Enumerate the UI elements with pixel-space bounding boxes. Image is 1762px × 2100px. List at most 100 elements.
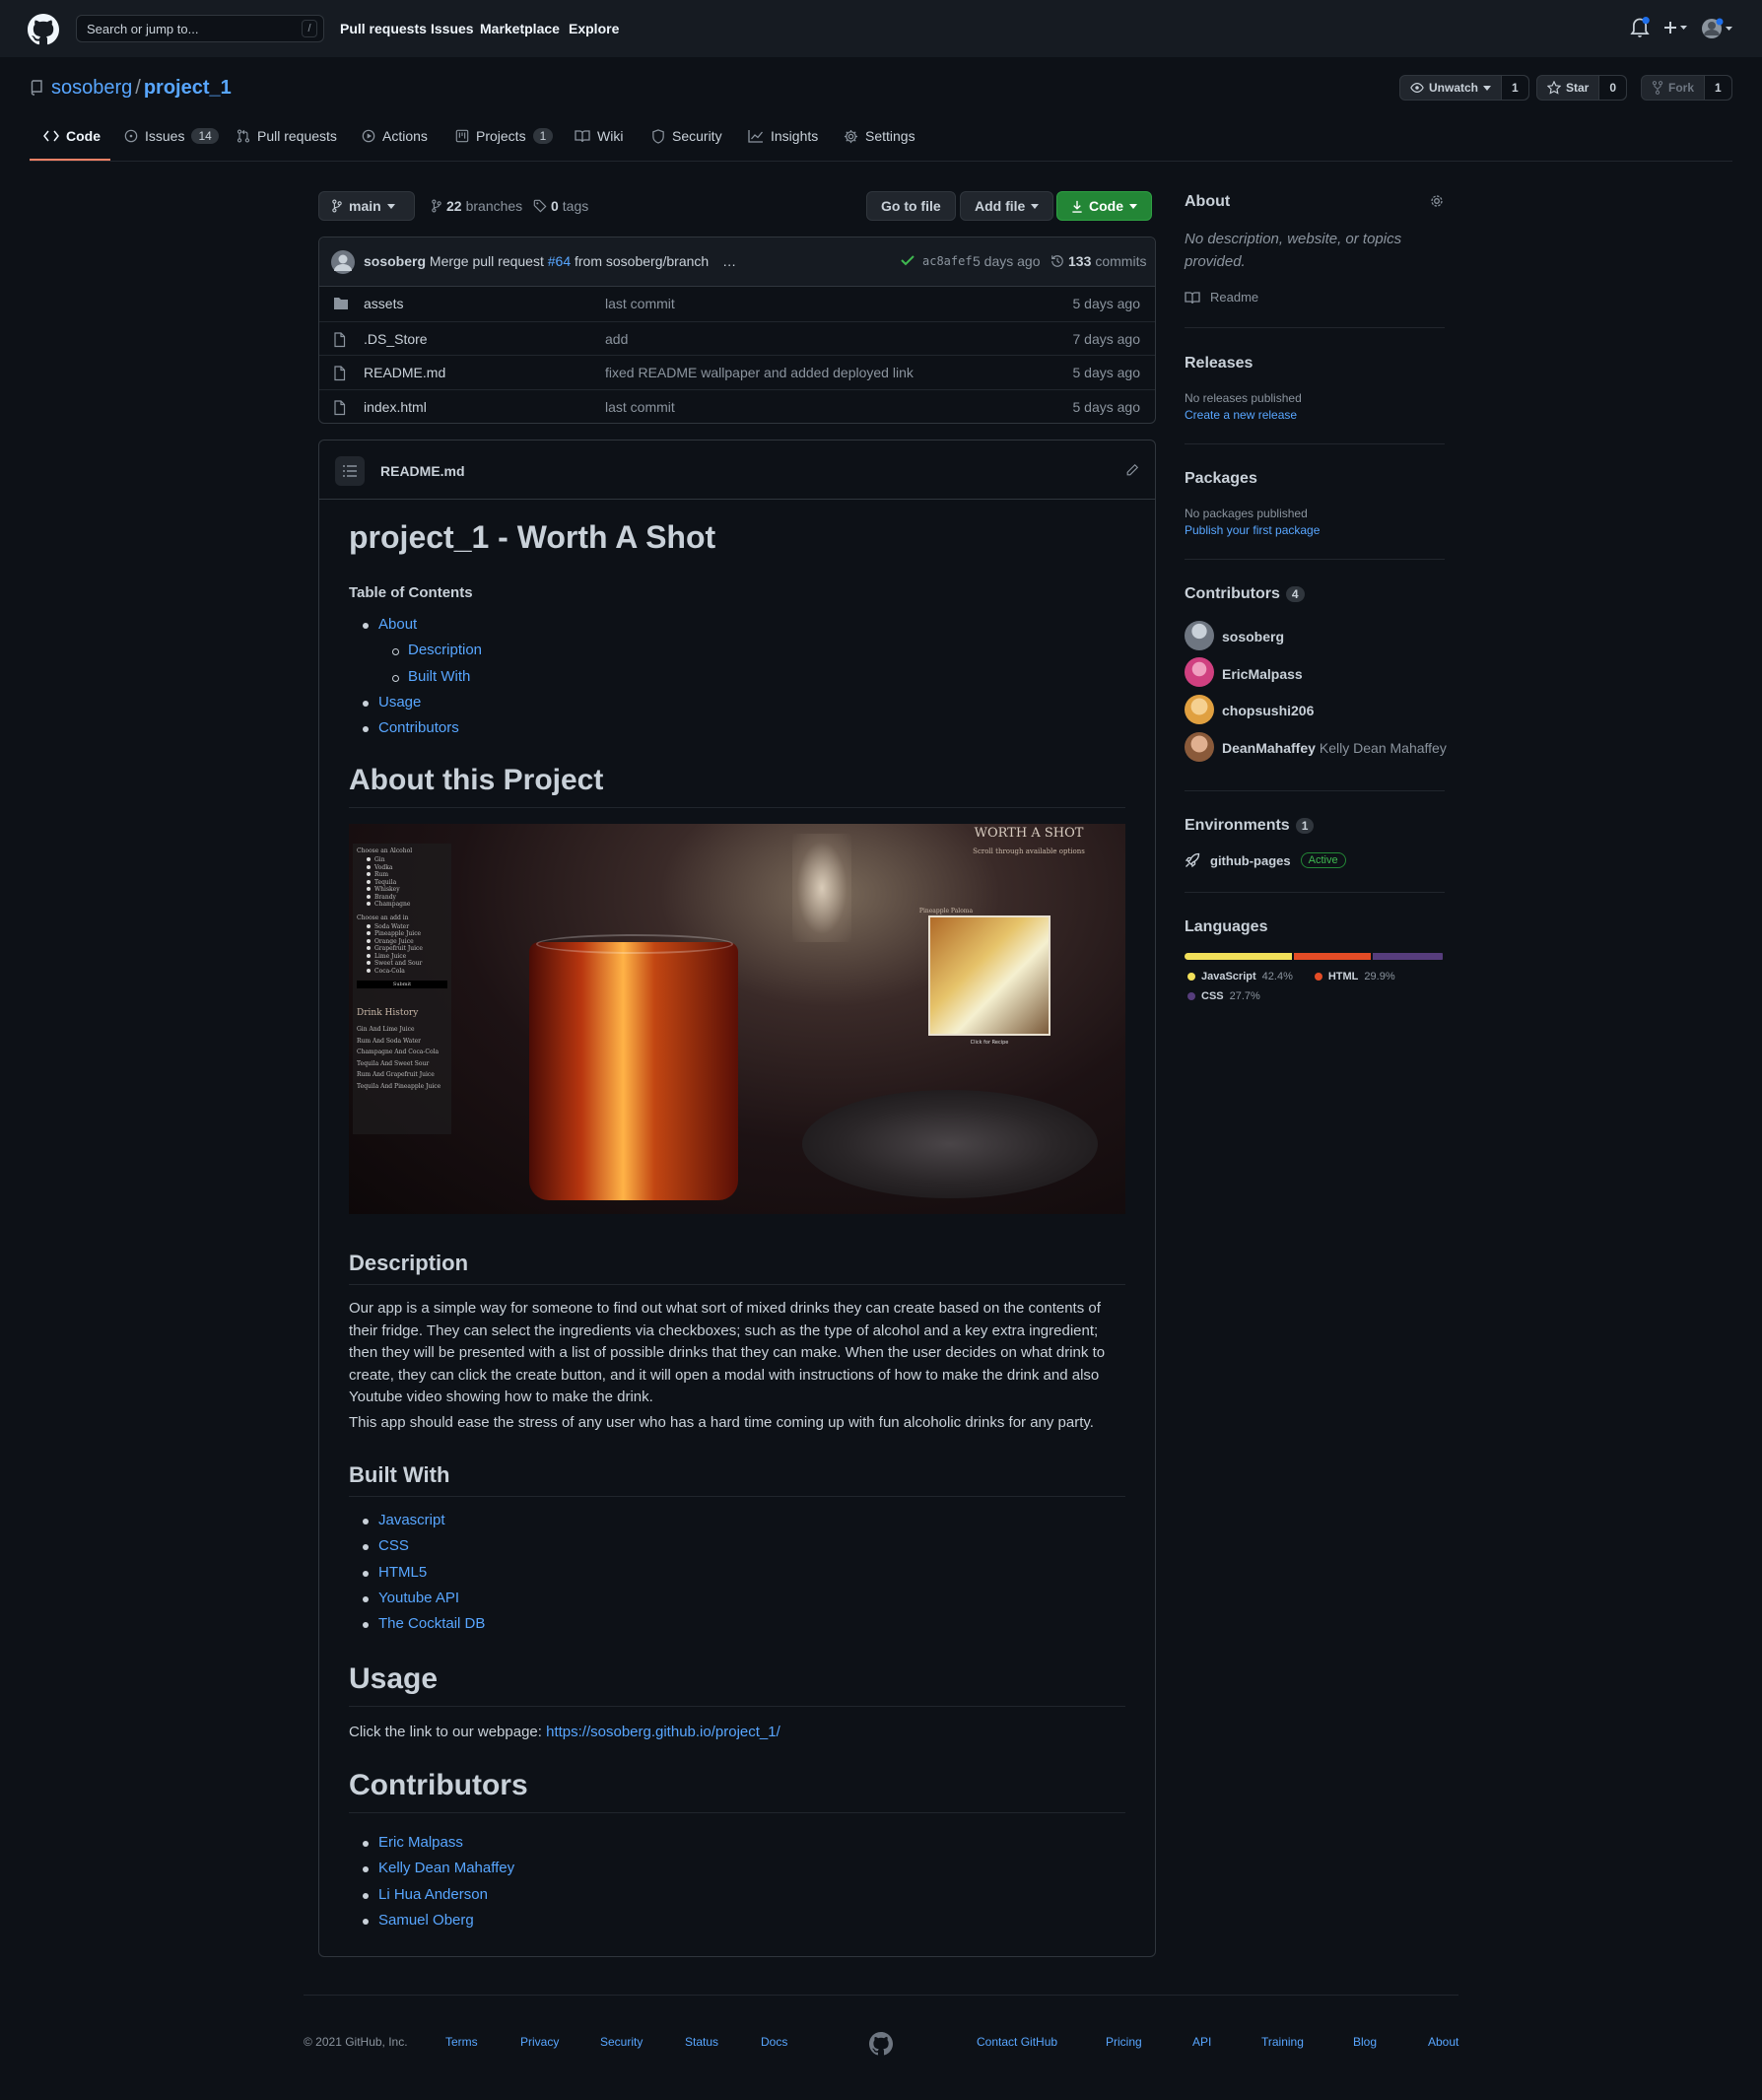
nav-pull-requests[interactable]: Pull requests bbox=[340, 21, 427, 36]
footer-link-terms[interactable]: Terms bbox=[445, 2035, 478, 2049]
tab-wiki[interactable]: Wiki bbox=[575, 128, 623, 144]
pencil-icon[interactable] bbox=[1125, 463, 1139, 477]
tab-issues[interactable]: Issues 14 bbox=[124, 128, 219, 144]
footer-link-docs[interactable]: Docs bbox=[761, 2035, 787, 2049]
contributors-sidebar-heading[interactable]: Contributors 4 bbox=[1185, 585, 1305, 603]
file-row[interactable]: .DS_Store add 7 days ago bbox=[319, 320, 1155, 356]
toc-link-contributors[interactable]: Contributors bbox=[378, 719, 459, 736]
tab-settings[interactable]: Settings bbox=[844, 128, 915, 144]
tab-projects[interactable]: Projects 1 bbox=[455, 128, 554, 144]
repo-name-link[interactable]: project_1 bbox=[144, 77, 232, 99]
file-name[interactable]: .DS_Store bbox=[364, 331, 428, 347]
tab-actions[interactable]: Actions bbox=[362, 128, 428, 144]
unwatch-button[interactable]: Unwatch bbox=[1400, 76, 1503, 100]
file-commit-message[interactable]: fixed README wallpaper and added deploye… bbox=[605, 365, 914, 380]
file-row[interactable]: assets last commit 5 days ago bbox=[319, 287, 1155, 321]
contributor-login[interactable]: EricMalpass bbox=[1222, 666, 1303, 682]
language-bar-segment[interactable] bbox=[1372, 953, 1443, 960]
github-logo-icon[interactable] bbox=[28, 14, 59, 45]
contributor-link[interactable]: Eric Malpass bbox=[378, 1834, 463, 1851]
language-item[interactable]: HTML 29.9% bbox=[1314, 971, 1395, 982]
list-icon[interactable] bbox=[335, 456, 365, 486]
nav-marketplace[interactable]: Marketplace bbox=[480, 21, 560, 36]
commit-message[interactable]: Merge pull request bbox=[430, 253, 544, 269]
commit-expand-button[interactable]: … bbox=[722, 253, 736, 269]
watch-count[interactable]: 1 bbox=[1502, 76, 1528, 100]
environment-item[interactable]: github-pages Active bbox=[1185, 852, 1346, 868]
tags-link[interactable]: 0 tags bbox=[533, 198, 588, 214]
code-download-button[interactable]: Code bbox=[1056, 191, 1152, 221]
language-bar-segment[interactable] bbox=[1294, 953, 1371, 960]
contributor-link[interactable]: Li Hua Anderson bbox=[378, 1886, 488, 1903]
commit-pr-link[interactable]: #64 bbox=[548, 253, 571, 269]
tab-security[interactable]: Security bbox=[651, 128, 722, 144]
gear-icon[interactable] bbox=[1429, 193, 1445, 209]
file-name[interactable]: index.html bbox=[364, 399, 427, 415]
file-row[interactable]: README.md fixed README wallpaper and adde… bbox=[319, 355, 1155, 389]
readme-link[interactable]: Readme bbox=[1185, 290, 1258, 305]
footer-link-status[interactable]: Status bbox=[685, 2035, 718, 2049]
footer-link-training[interactable]: Training bbox=[1261, 2035, 1304, 2049]
bell-icon[interactable] bbox=[1630, 17, 1650, 38]
tab-insights[interactable]: Insights bbox=[748, 128, 818, 144]
footer-link-security[interactable]: Security bbox=[600, 2035, 643, 2049]
commits-link[interactable]: 133 commits bbox=[1050, 253, 1146, 269]
footer-link-blog[interactable]: Blog bbox=[1353, 2035, 1377, 2049]
toc-link-built-with[interactable]: Built With bbox=[408, 668, 470, 685]
footer-link-about[interactable]: About bbox=[1428, 2035, 1458, 2049]
user-avatar-icon[interactable] bbox=[1701, 18, 1734, 39]
star-count[interactable]: 0 bbox=[1599, 76, 1627, 100]
toc-link-about[interactable]: About bbox=[378, 616, 417, 633]
github-mark-icon[interactable] bbox=[869, 2032, 893, 2056]
go-to-file-button[interactable]: Go to file bbox=[866, 191, 956, 221]
file-commit-message[interactable]: add bbox=[605, 331, 628, 347]
file-commit-message[interactable]: last commit bbox=[605, 296, 675, 311]
star-button[interactable]: Star bbox=[1537, 76, 1600, 100]
built-with-link[interactable]: Youtube API bbox=[378, 1590, 459, 1606]
toc-link-description[interactable]: Description bbox=[408, 642, 482, 658]
commit-sha[interactable]: ac8afef bbox=[922, 254, 973, 268]
footer-link-pricing[interactable]: Pricing bbox=[1106, 2035, 1142, 2049]
commit-message-tail[interactable]: from sosoberg/branch bbox=[575, 253, 709, 269]
language-item[interactable]: JavaScript 42.4% bbox=[1187, 971, 1293, 982]
built-with-link[interactable]: The Cocktail DB bbox=[378, 1615, 485, 1632]
fork-count[interactable]: 1 bbox=[1705, 76, 1731, 100]
check-icon[interactable] bbox=[901, 254, 915, 266]
contributor-avatar[interactable] bbox=[1185, 621, 1214, 650]
tab-pull-requests[interactable]: Pull requests bbox=[237, 128, 337, 144]
contributor-login[interactable]: chopsushi206 bbox=[1222, 703, 1314, 718]
deployed-site-link[interactable]: https://sosoberg.github.io/project_1/ bbox=[546, 1724, 780, 1740]
language-item[interactable]: CSS 27.7% bbox=[1187, 990, 1260, 1002]
publish-package-link[interactable]: Publish your first package bbox=[1185, 523, 1320, 537]
contributor-avatar[interactable] bbox=[1185, 732, 1214, 762]
packages-heading[interactable]: Packages bbox=[1185, 470, 1257, 488]
releases-heading[interactable]: Releases bbox=[1185, 355, 1253, 373]
built-with-link[interactable]: Javascript bbox=[378, 1512, 445, 1528]
language-bar-segment[interactable] bbox=[1185, 953, 1293, 960]
contributor-login[interactable]: sosoberg bbox=[1222, 629, 1284, 644]
create-release-link[interactable]: Create a new release bbox=[1185, 408, 1297, 422]
nav-issues[interactable]: Issues bbox=[431, 21, 474, 36]
repo-owner-link[interactable]: sosoberg bbox=[51, 77, 132, 99]
contributor-avatar[interactable] bbox=[1185, 657, 1214, 687]
tab-code[interactable]: Code bbox=[43, 128, 101, 144]
branch-select-button[interactable]: main bbox=[318, 191, 415, 221]
footer-link-api[interactable]: API bbox=[1192, 2035, 1211, 2049]
commit-author-avatar[interactable] bbox=[331, 250, 355, 274]
contributor-link[interactable]: Samuel Oberg bbox=[378, 1912, 474, 1929]
plus-icon[interactable] bbox=[1663, 20, 1689, 35]
contributor-avatar[interactable] bbox=[1185, 695, 1214, 724]
environments-heading[interactable]: Environments 1 bbox=[1185, 817, 1315, 835]
built-with-link[interactable]: HTML5 bbox=[378, 1564, 427, 1581]
footer-link-contact[interactable]: Contact GitHub bbox=[977, 2035, 1057, 2049]
branches-link[interactable]: 22 branches bbox=[431, 198, 522, 214]
footer-link-privacy[interactable]: Privacy bbox=[520, 2035, 559, 2049]
built-with-link[interactable]: CSS bbox=[378, 1537, 409, 1554]
contributor-link[interactable]: Kelly Dean Mahaffey bbox=[378, 1860, 514, 1876]
file-name[interactable]: README.md bbox=[364, 365, 445, 380]
nav-explore[interactable]: Explore bbox=[569, 21, 619, 36]
commit-author[interactable]: sosoberg bbox=[364, 253, 426, 269]
contributor-login[interactable]: DeanMahaffey Kelly Dean Mahaffey bbox=[1222, 740, 1447, 756]
add-file-button[interactable]: Add file bbox=[960, 191, 1054, 221]
fork-button[interactable]: Fork bbox=[1642, 76, 1706, 100]
